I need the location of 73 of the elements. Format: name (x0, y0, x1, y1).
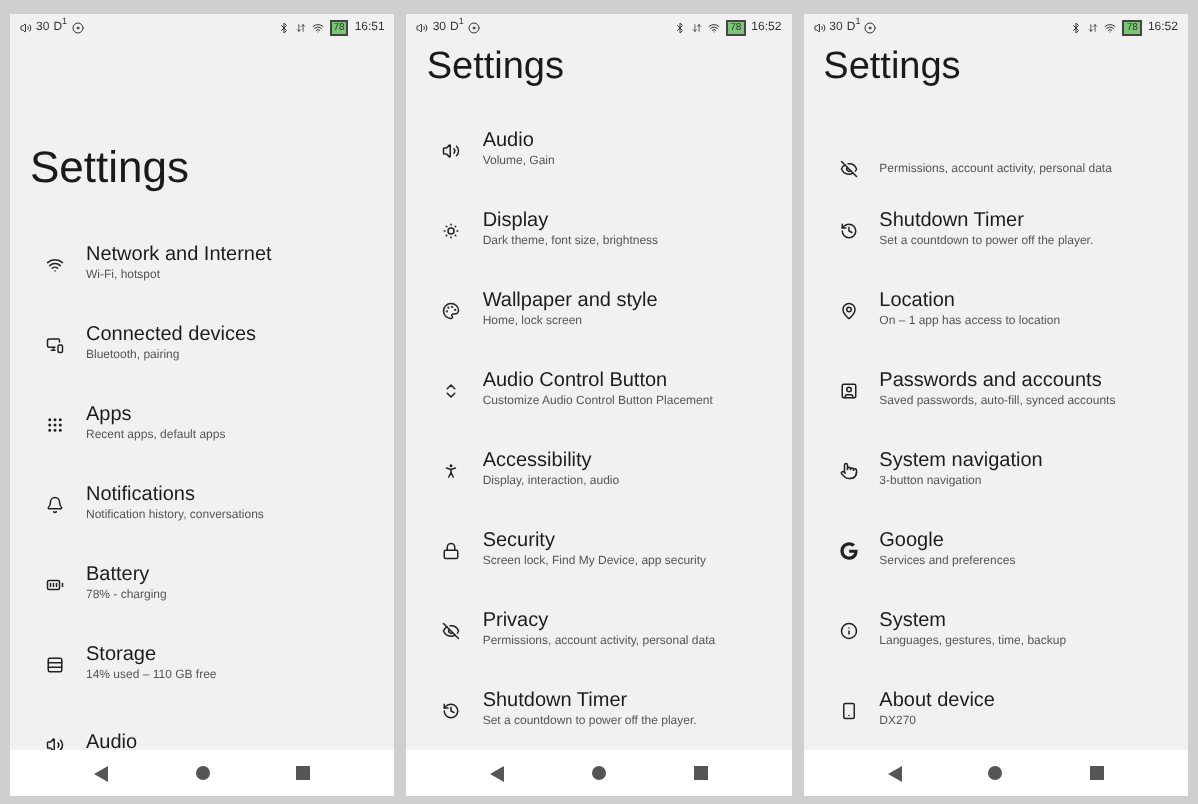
brightness-icon (442, 221, 461, 239)
item-title: Google (879, 530, 946, 554)
item-title: Shutdown Timer (879, 210, 1026, 234)
item-title: Network and Internet (86, 244, 272, 268)
item-title: Wallpaper and style (482, 290, 658, 314)
disc-icon (71, 22, 84, 34)
volume-icon (813, 22, 826, 34)
recents-button[interactable] (296, 766, 311, 780)
bell-icon (46, 495, 64, 513)
storage-icon (46, 655, 64, 673)
wifi-icon (46, 255, 64, 273)
settings-item[interactable]: Audio (10, 704, 395, 750)
item-title: Audio (482, 130, 536, 154)
device-icon (839, 701, 858, 719)
item-title: Audio Control Button (482, 370, 670, 394)
recents-button[interactable] (1090, 766, 1105, 780)
disc-icon (864, 22, 877, 34)
page-title: Settings (426, 48, 564, 86)
home-button[interactable] (195, 766, 210, 780)
data-arrows-icon (295, 22, 306, 34)
page-title: Settings (30, 146, 189, 190)
item-title: Connected devices (86, 324, 257, 348)
wifi-icon (708, 22, 721, 34)
item-title: Privacy (482, 610, 551, 634)
disc-icon (467, 22, 480, 34)
lock-icon (442, 541, 461, 559)
eye-icon (442, 621, 461, 639)
info-icon (839, 621, 858, 639)
data-arrows-icon (1088, 22, 1099, 34)
timer-icon (839, 221, 858, 239)
back-button[interactable] (490, 765, 505, 781)
item-title: Location (879, 290, 957, 314)
up-down-icon (442, 381, 461, 399)
item-title: Audio (86, 732, 138, 750)
item-title: About device (879, 690, 995, 714)
grid-icon (46, 415, 64, 433)
eye-icon (839, 160, 858, 178)
speaker-icon (46, 735, 64, 750)
item-title: Display (482, 210, 551, 234)
item-title: Apps (86, 404, 134, 428)
item-title: Battery (86, 564, 152, 588)
timer-icon (442, 701, 461, 719)
location-pin-icon (839, 301, 858, 319)
battery-icon (46, 575, 64, 593)
data-arrows-icon (692, 22, 703, 34)
home-button[interactable] (988, 766, 1003, 780)
devices-icon (46, 335, 64, 353)
back-button[interactable] (93, 765, 108, 781)
recents-button[interactable] (693, 766, 708, 780)
item-title: Shutdown Timer (482, 690, 630, 714)
item-title: Security (482, 530, 557, 554)
person-icon (442, 461, 461, 479)
volume-icon (20, 22, 32, 34)
bluetooth-icon (277, 22, 290, 34)
home-button[interactable] (591, 766, 606, 780)
wifi-icon (1104, 22, 1117, 34)
wifi-icon (311, 22, 324, 34)
palette-icon (442, 301, 461, 319)
item-title: System (879, 610, 948, 634)
hand-pointer-icon (839, 461, 858, 479)
item-title: Notifications (86, 484, 197, 508)
bluetooth-icon (1070, 22, 1083, 34)
item-title: System navigation (879, 450, 1043, 474)
account-icon (839, 381, 858, 399)
volume-icon (416, 22, 429, 34)
item-title: Accessibility (482, 450, 594, 474)
back-button[interactable] (887, 765, 902, 781)
item-title: Storage (86, 644, 159, 668)
item-title: Passwords and accounts (879, 370, 1104, 394)
page-title: Settings (823, 48, 961, 86)
bluetooth-icon (674, 22, 687, 34)
speaker-icon (442, 141, 461, 159)
google-icon (839, 541, 858, 559)
